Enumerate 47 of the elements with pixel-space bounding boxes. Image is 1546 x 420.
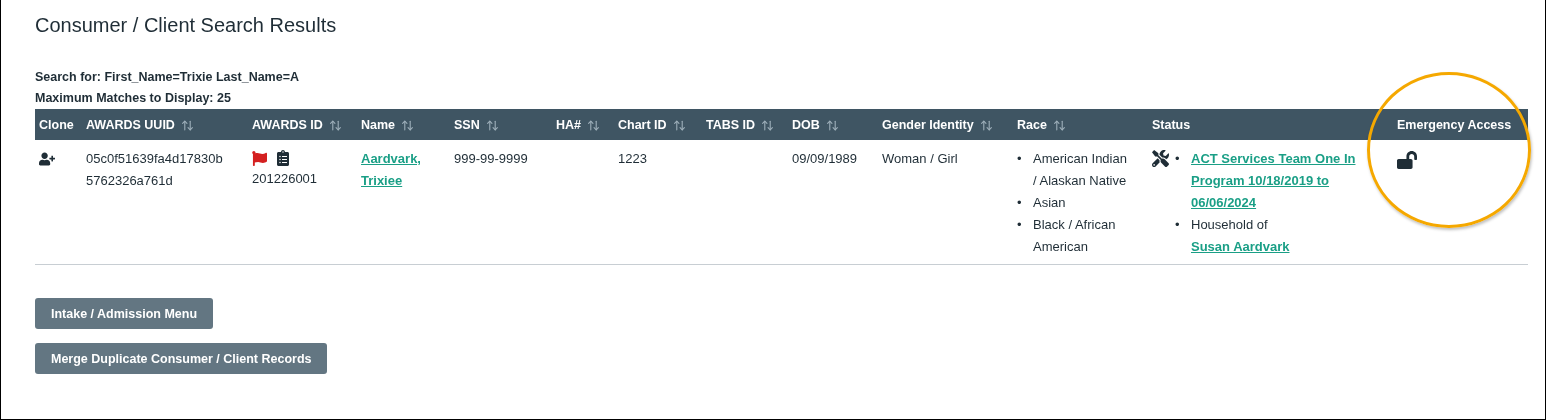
column-header[interactable]: DOB bbox=[788, 109, 878, 140]
page-title: Consumer / Client Search Results bbox=[35, 14, 338, 37]
sort-icon[interactable] bbox=[485, 118, 499, 132]
clipboard-icon[interactable] bbox=[275, 150, 291, 166]
sort-icon[interactable] bbox=[587, 118, 600, 132]
column-header[interactable]: Chart ID bbox=[614, 109, 702, 140]
table-cell-text: 999-99-9999 bbox=[454, 150, 529, 168]
column-header[interactable]: TABS ID bbox=[702, 109, 788, 140]
add-user-icon[interactable] bbox=[39, 151, 55, 167]
race-item: American Indian / Alaskan Native bbox=[1033, 150, 1128, 190]
column-header: Emergency Access bbox=[1393, 109, 1528, 140]
table-cell-text: 1223 bbox=[618, 150, 648, 168]
column-header[interactable]: Name bbox=[357, 109, 450, 140]
bullet: • bbox=[1175, 216, 1181, 234]
race-item: Black / African American bbox=[1033, 216, 1117, 256]
sort-icon[interactable] bbox=[180, 118, 194, 132]
column-header[interactable]: HA# bbox=[552, 109, 614, 140]
sort-icon[interactable] bbox=[825, 118, 839, 132]
tools-icon bbox=[1152, 150, 1169, 167]
table-cell-text: 05c0f51639fa4d17830b5762326a761d bbox=[86, 150, 224, 190]
sort-icon[interactable] bbox=[979, 118, 993, 132]
bullet: • bbox=[1017, 194, 1023, 212]
table-cell-text: Woman / Girl bbox=[882, 150, 959, 168]
search-info: Search for: First_Name=Trixie Last_Name=A bbox=[35, 69, 300, 86]
sort-icon[interactable] bbox=[761, 118, 775, 132]
unlocked-lock-icon[interactable] bbox=[1397, 150, 1417, 170]
search-info: Maximum Matches to Display: 25 bbox=[35, 90, 232, 107]
bullet: • bbox=[1017, 150, 1023, 168]
column-header[interactable]: AWARDS UUID bbox=[82, 109, 248, 140]
sort-icon[interactable] bbox=[328, 118, 342, 132]
table-cell-text: 201226001 bbox=[252, 170, 319, 188]
column-header: Status bbox=[1148, 109, 1393, 140]
column-header[interactable]: Race bbox=[1013, 109, 1148, 140]
sort-icon[interactable] bbox=[1052, 118, 1066, 132]
bullet: • bbox=[1175, 150, 1181, 168]
bullet: • bbox=[1017, 216, 1023, 234]
menu-button[interactable]: Merge Duplicate Consumer / Client Records bbox=[35, 343, 328, 374]
household-label: Household of bbox=[1191, 217, 1268, 232]
column-header[interactable]: AWARDS ID bbox=[248, 109, 357, 140]
menu-button[interactable]: Intake / Admission Menu bbox=[35, 298, 214, 329]
race-item: Asian bbox=[1033, 194, 1066, 212]
column-header[interactable]: SSN bbox=[450, 109, 552, 140]
sort-icon[interactable] bbox=[672, 118, 686, 132]
table-cell-text: 09/09/1989 bbox=[792, 150, 859, 168]
column-header: Clone bbox=[35, 109, 82, 140]
sort-icon[interactable] bbox=[401, 118, 415, 132]
column-header[interactable]: Gender Identity bbox=[878, 109, 1013, 140]
